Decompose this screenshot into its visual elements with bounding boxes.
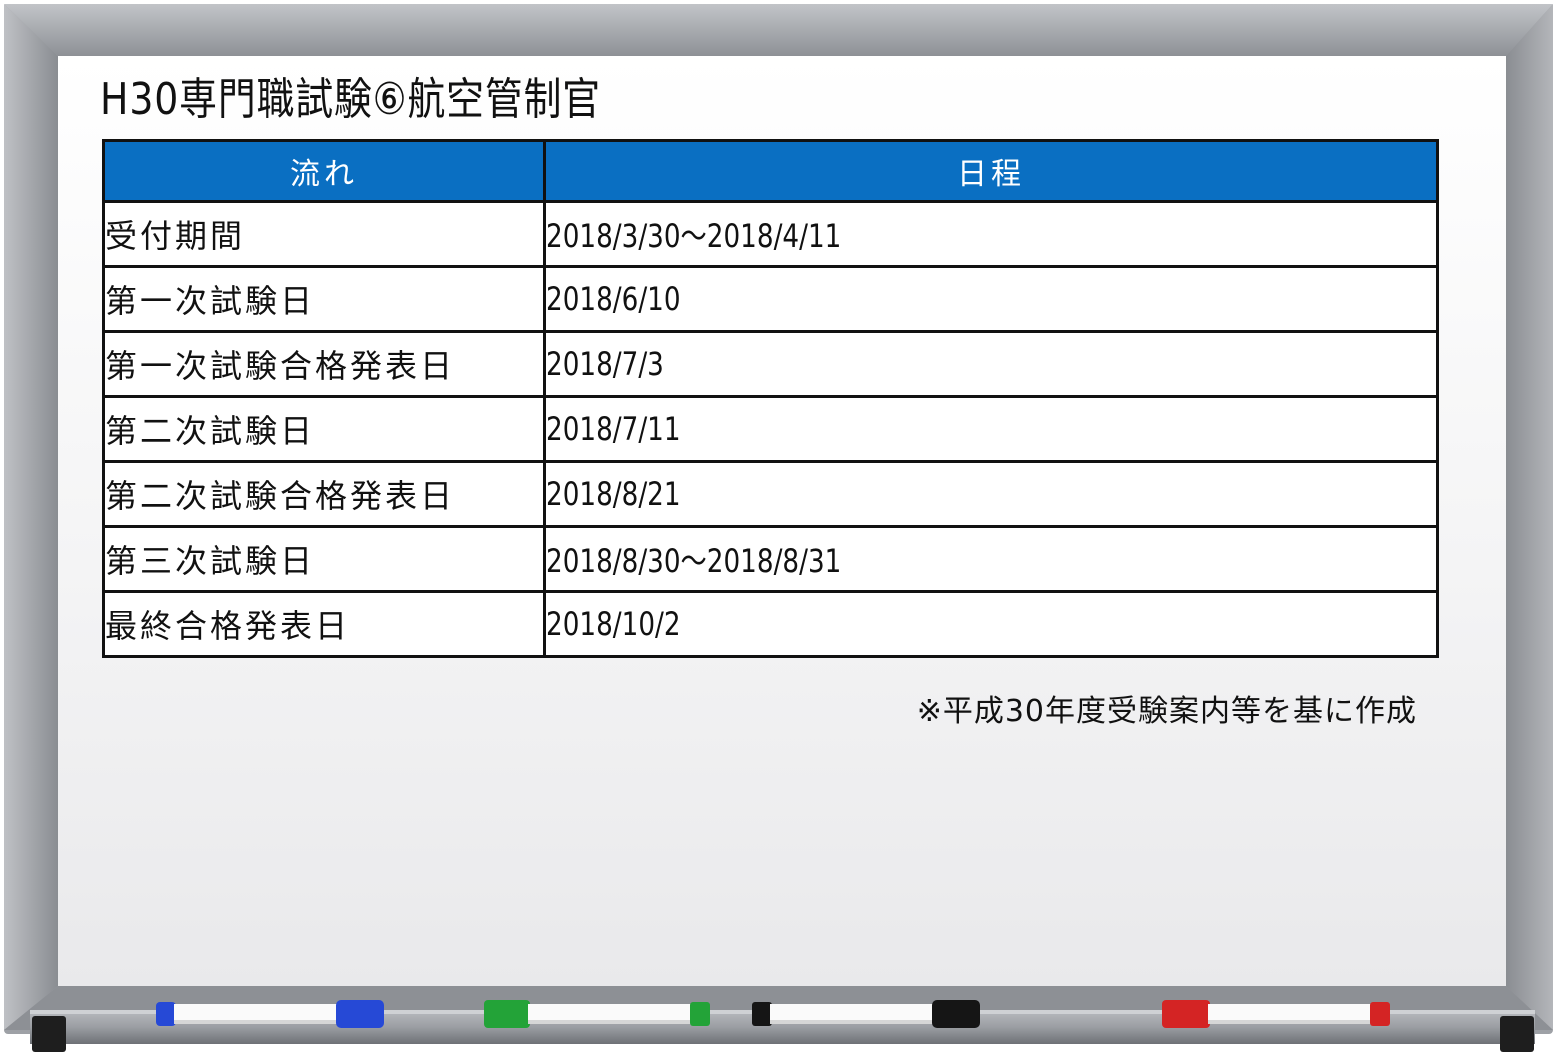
marker-cap — [156, 1002, 176, 1026]
marker-cap — [690, 1002, 710, 1026]
date-text: 2018/6/10 — [546, 280, 681, 318]
date-text: 2018/10/2 — [546, 605, 681, 643]
step-cell: 第三次試験日 — [102, 525, 546, 593]
exam-schedule-table: 流れ 日程 受付期間 2018/3/30〜2018/4/11 第一次試験日 20… — [102, 139, 1439, 658]
green-marker — [484, 1000, 710, 1028]
page-title: H30専門職試験⑥航空管制官 — [100, 74, 601, 125]
marker-cap — [752, 1002, 772, 1026]
date-cell: 2018/7/3 — [543, 330, 1439, 398]
date-text: 2018/8/21 — [546, 475, 681, 513]
marker-cap — [1370, 1002, 1390, 1026]
table-row: 最終合格発表日 2018/10/2 — [102, 590, 1439, 658]
table-row: 第二次試験合格発表日 2018/8/21 — [102, 460, 1439, 528]
whiteboard: H30専門職試験⑥航空管制官 流れ 日程 受付期間 2018/3/30〜2018… — [0, 0, 1557, 1053]
date-text: 2018/3/30〜2018/4/11 — [546, 217, 842, 255]
step-cell: 最終合格発表日 — [102, 590, 546, 658]
blue-marker — [156, 1000, 384, 1028]
date-cell: 2018/10/2 — [543, 590, 1439, 658]
date-text: 2018/7/11 — [546, 410, 681, 448]
table-row: 受付期間 2018/3/30〜2018/4/11 — [102, 200, 1439, 268]
marker-cap — [932, 1000, 980, 1028]
marker-cap — [1162, 1000, 1210, 1028]
table-row: 第一次試験合格発表日 2018/7/3 — [102, 330, 1439, 398]
step-cell: 第一次試験合格発表日 — [102, 330, 546, 398]
date-cell: 2018/8/30〜2018/8/31 — [543, 525, 1439, 593]
date-text: 2018/7/3 — [546, 345, 664, 383]
source-note: ※平成30年度受験案内等を基に作成 — [916, 694, 1417, 729]
date-text: 2018/8/30〜2018/8/31 — [546, 542, 842, 580]
step-cell: 第二次試験合格発表日 — [102, 460, 546, 528]
date-cell: 2018/6/10 — [543, 265, 1439, 333]
step-cell: 第二次試験日 — [102, 395, 546, 463]
table-header-row: 流れ 日程 — [102, 139, 1439, 203]
date-cell: 2018/7/11 — [543, 395, 1439, 463]
black-marker — [752, 1000, 980, 1028]
date-cell: 2018/3/30〜2018/4/11 — [543, 200, 1439, 268]
table-row: 第一次試験日 2018/6/10 — [102, 265, 1439, 333]
table-row: 第二次試験日 2018/7/11 — [102, 395, 1439, 463]
marker-cap — [336, 1000, 384, 1028]
header-date: 日程 — [543, 139, 1439, 203]
header-step: 流れ — [102, 139, 546, 203]
table-row: 第三次試験日 2018/8/30〜2018/8/31 — [102, 525, 1439, 593]
marker-cap — [484, 1000, 530, 1028]
red-marker — [1162, 1000, 1390, 1028]
step-cell: 第一次試験日 — [102, 265, 546, 333]
step-cell: 受付期間 — [102, 200, 546, 268]
date-cell: 2018/8/21 — [543, 460, 1439, 528]
